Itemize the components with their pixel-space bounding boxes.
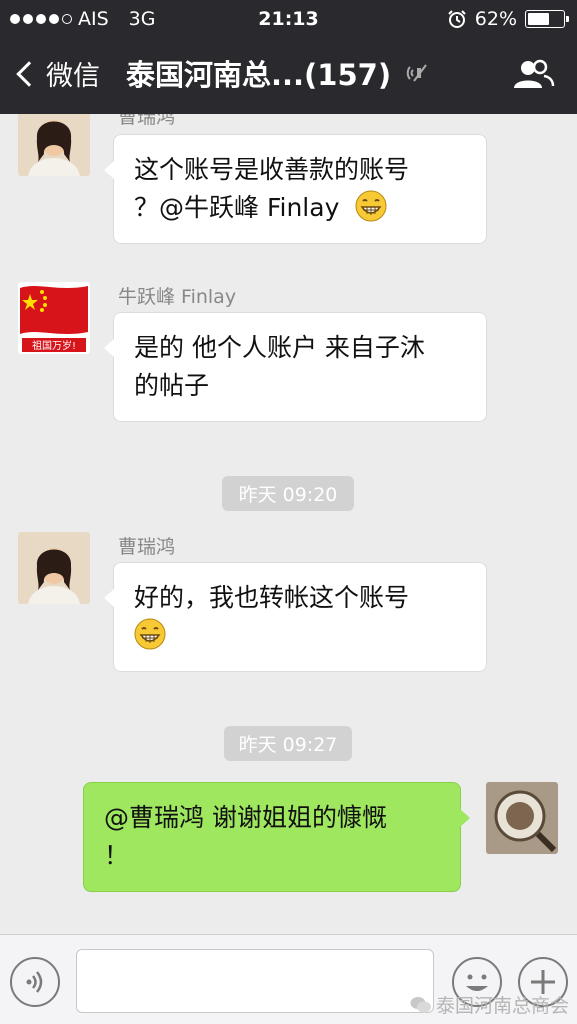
- voice-icon: [26, 971, 43, 993]
- time-separator: 昨天 09:27: [224, 726, 352, 761]
- avatar[interactable]: 祖国万岁!: [18, 282, 90, 354]
- message-line: 这个账号是收善款的账号: [134, 155, 410, 184]
- alarm-icon: [448, 10, 466, 28]
- message-line: [134, 617, 466, 655]
- time-separator: 昨天 09:20: [222, 476, 354, 511]
- sender-name: 曹瑞鸿: [118, 536, 176, 558]
- message-line: @曹瑞鸿 谢谢姐姐的慷慨: [104, 803, 387, 832]
- back-button[interactable]: 微信: [14, 54, 100, 93]
- battery-percent: 62%: [474, 8, 517, 30]
- message-input[interactable]: [76, 949, 434, 1013]
- message-line: 的帖子: [134, 371, 210, 400]
- chevron-left-icon: [16, 60, 42, 87]
- my-avatar[interactable]: [486, 782, 558, 854]
- chat-title: 泰国河南总...(157): [126, 52, 429, 94]
- input-bar: 泰国河南总商会: [0, 934, 577, 1024]
- battery-icon: [525, 10, 569, 28]
- avatar[interactable]: [18, 532, 90, 604]
- watermark-text: 泰国河南总商会: [435, 995, 569, 1017]
- message-line: ！: [104, 841, 130, 870]
- message-line: 是的 他个人账户 来自子沐: [134, 333, 425, 362]
- message-bubble[interactable]: 这个账号是收善款的账号 ？@牛跃峰 Finlay: [104, 134, 487, 244]
- sent-message-bubble[interactable]: @曹瑞鸿 谢谢姐姐的慷慨 ！: [83, 782, 470, 892]
- message-bubble[interactable]: 好的，我也转帐这个账号: [104, 562, 487, 672]
- avatar-caption: 祖国万岁!: [32, 339, 76, 352]
- mute-icon: [406, 64, 427, 82]
- message-line: 好的，我也转帐这个账号: [134, 583, 410, 612]
- status-right: 62%: [447, 8, 569, 30]
- group-members-icon[interactable]: [511, 58, 555, 92]
- nav-bar: 微信 泰国河南总...(157): [0, 38, 577, 114]
- status-bar: AIS 3G 21:13 62%: [0, 0, 577, 38]
- wechat-logo-icon: [410, 996, 431, 1012]
- message-bubble[interactable]: 是的 他个人账户 来自子沐 的帖子: [104, 312, 487, 422]
- back-label: 微信: [46, 61, 100, 92]
- watermark: 泰国河南总商会: [410, 991, 569, 1018]
- voice-input-button[interactable]: [10, 957, 60, 1007]
- message-line: ？@牛跃峰 Finlay: [134, 189, 466, 227]
- sender-name: 牛跃峰 Finlay: [118, 286, 237, 308]
- avatar[interactable]: [18, 114, 90, 176]
- battery-fill: [528, 13, 550, 25]
- sender-name: 曹瑞鸿: [118, 114, 176, 128]
- grin-emoji-icon: [134, 618, 166, 650]
- chat-messages[interactable]: 曹瑞鸿 这个账号是收善款的账号 ？@牛跃峰 Finlay 祖国万岁! 牛跃峰 F…: [0, 114, 577, 934]
- message-text: ？@牛跃峰 Finlay: [134, 193, 340, 222]
- chat-title-text: 泰国河南总...(157): [126, 58, 392, 92]
- grin-emoji-icon: [355, 190, 387, 222]
